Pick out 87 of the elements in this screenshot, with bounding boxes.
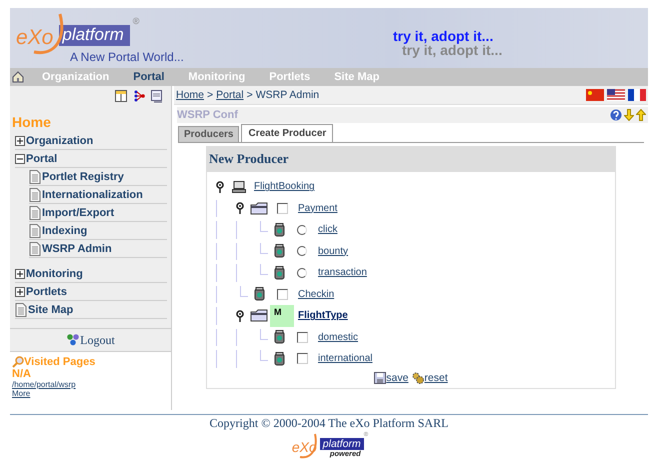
page-icon	[15, 302, 27, 316]
slogan: try it, adopt it...	[393, 29, 494, 43]
expand-icon[interactable]	[15, 286, 25, 296]
jar-icon	[254, 287, 264, 302]
home-icon[interactable]	[12, 71, 24, 83]
tree-link[interactable]: international	[318, 353, 372, 364]
logo-wordmark: platform	[59, 25, 130, 46]
nav-tab[interactable]: Portal	[121, 71, 176, 83]
menu-item[interactable]: Organization	[15, 132, 167, 150]
radio-button[interactable]	[297, 224, 307, 235]
menu-item[interactable]: Import/Export	[29, 204, 167, 222]
pin-icon[interactable]	[236, 202, 244, 214]
pin-icon[interactable]	[216, 180, 224, 193]
menu-item[interactable]: Portal	[15, 150, 167, 168]
jar-icon	[274, 330, 284, 344]
menu-item[interactable]: Indexing	[29, 222, 167, 240]
jar-icon	[274, 244, 284, 258]
module-badge: M	[270, 305, 294, 326]
computer-icon	[232, 180, 246, 193]
page-icon	[29, 224, 41, 238]
tree-link[interactable]: click	[318, 224, 338, 236]
window-icon[interactable]	[151, 90, 163, 103]
breadcrumb-text: >	[246, 89, 253, 101]
registered-mark: ®	[132, 16, 140, 26]
tree-link[interactable]: Checkin	[298, 288, 334, 300]
copyright-text: Copyright © 2000-2004 The eXo Platform SARL	[210, 416, 448, 431]
menu-item[interactable]: Monitoring	[15, 265, 167, 283]
expand-icon[interactable]	[15, 268, 25, 278]
panel-title: New Producer	[207, 147, 615, 172]
radio-button[interactable]	[297, 246, 307, 256]
tree-link[interactable]: FlightType	[298, 310, 348, 322]
slogan-shadow: try it, adopt it...	[402, 43, 502, 57]
page-icon	[29, 170, 41, 184]
tree-link[interactable]: Payment	[298, 202, 338, 214]
layout-icon[interactable]	[115, 90, 127, 102]
tagline: A New Portal World...	[70, 50, 184, 64]
sidebar-title: Home	[11, 113, 52, 132]
checkbox[interactable]	[296, 332, 308, 343]
jar-icon	[274, 266, 284, 280]
page-icon	[29, 188, 41, 202]
jar-icon	[274, 222, 284, 237]
up-arrow-icon[interactable]	[636, 109, 646, 121]
visited-status: N/A	[12, 368, 32, 380]
tree-link[interactable]: domestic	[318, 332, 358, 343]
tab[interactable]: Producers	[178, 126, 240, 142]
tree-link[interactable]: transaction	[318, 267, 367, 278]
tree-icon[interactable]	[133, 90, 145, 102]
logout-link[interactable]: Logout	[80, 332, 115, 348]
menu-item[interactable]: Portlet Registry	[29, 168, 167, 186]
breadcrumb-link[interactable]: Home	[176, 89, 204, 101]
down-arrow-icon[interactable]	[624, 109, 634, 121]
visited-link[interactable]: /home/portal/wsrp	[12, 380, 76, 389]
logo-wordmark: platform	[320, 438, 364, 450]
visited-title: Visited Pages	[24, 356, 96, 368]
jar-icon	[274, 352, 284, 366]
page-icon	[29, 206, 41, 220]
menu-item[interactable]: WSRP Admin	[29, 240, 167, 258]
portlet-title: WSRP Conf	[177, 109, 238, 121]
save-link[interactable]: save	[374, 372, 408, 384]
logout-icon[interactable]	[66, 334, 80, 346]
page-icon	[29, 242, 41, 256]
logo-mark: eXo	[16, 26, 54, 50]
menu-item[interactable]: Internationalization	[29, 186, 167, 204]
reset-link[interactable]: reset	[412, 372, 448, 384]
collapse-icon[interactable]	[15, 154, 25, 164]
search-icon	[12, 356, 24, 368]
more-link[interactable]: More	[12, 389, 30, 398]
breadcrumb-text: WSRP Admin	[256, 89, 320, 101]
flag-icon[interactable]	[607, 89, 625, 101]
folder-icon	[250, 202, 268, 215]
folder-icon	[250, 309, 268, 322]
checkbox[interactable]	[276, 288, 288, 300]
menu-item[interactable]: Portlets	[15, 283, 167, 301]
pin-icon[interactable]	[236, 310, 244, 322]
breadcrumb-text: >	[207, 89, 214, 101]
checkbox[interactable]	[276, 202, 288, 214]
flag-icon[interactable]	[628, 89, 646, 101]
gears-icon	[412, 372, 424, 384]
tree-link[interactable]: FlightBooking	[254, 181, 315, 192]
menu-item[interactable]: Site Map	[15, 301, 167, 319]
help-icon[interactable]	[610, 109, 622, 121]
expand-icon[interactable]	[15, 136, 25, 146]
breadcrumb-link[interactable]: Portal	[216, 89, 244, 101]
radio-button[interactable]	[297, 268, 307, 278]
tab[interactable]: Create Producer	[241, 124, 334, 142]
tree-link[interactable]: bounty	[318, 246, 348, 257]
checkbox[interactable]	[296, 353, 308, 364]
